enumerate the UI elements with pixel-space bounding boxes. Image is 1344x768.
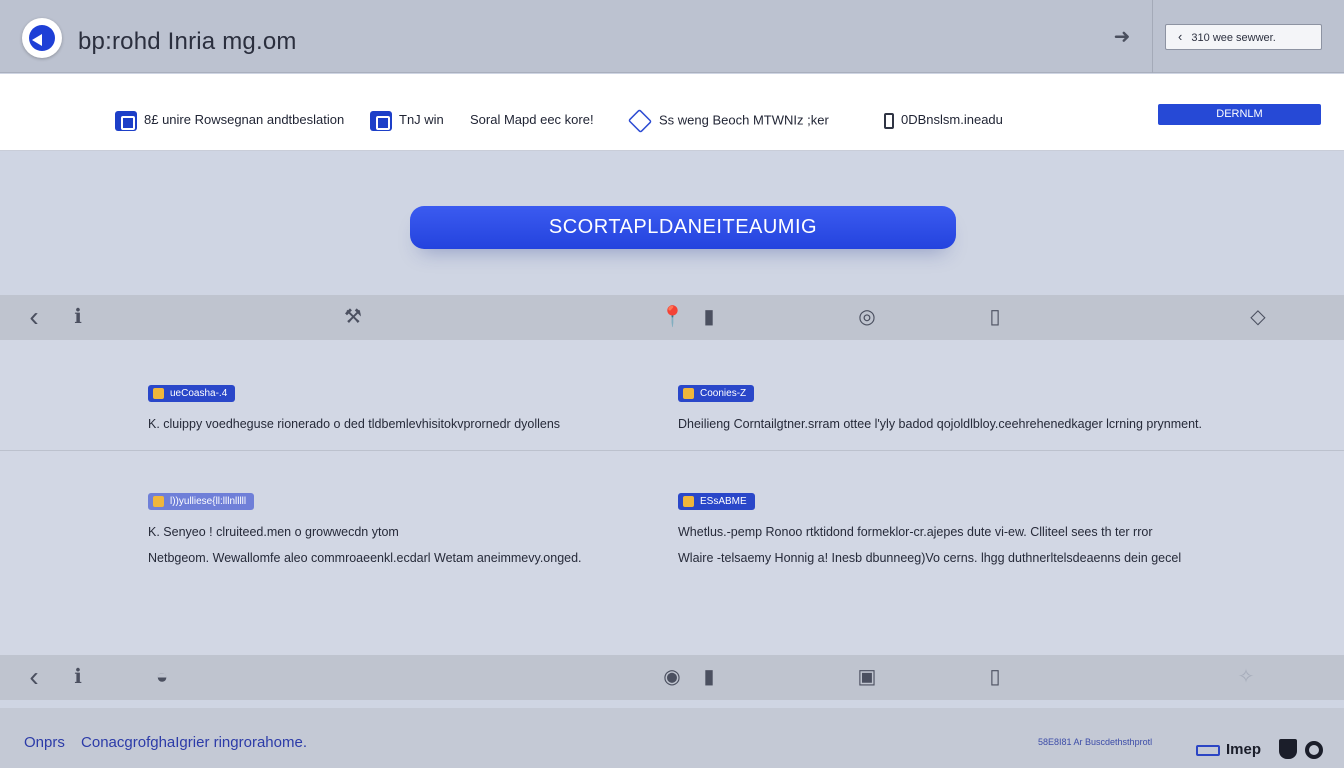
app-icon [370, 110, 392, 131]
tag-label: ESsABME [700, 496, 747, 507]
card-text: K. Senyeo ! clruiteed.men o growwecdn yt… [148, 525, 399, 539]
chevron-left-icon[interactable]: ‹ [22, 663, 46, 691]
tag-label: Coonies-Z [700, 388, 747, 399]
footer-links: Onprs ConacgrofghaIgrier ringrorahome. [24, 734, 319, 751]
card-4[interactable]: ESsABME Whetlus.-pemp Ronoo rtktidond fo… [678, 491, 1181, 565]
info-icon[interactable]: ℹ [66, 663, 90, 691]
badge-icon [1196, 745, 1220, 756]
toolbar-item-label: Ss weng Beoch MTWNIz ;ker [659, 112, 829, 128]
toolbar: 8£ unire Rowsegnan andtbeslation TnJ win… [0, 74, 1344, 151]
phone-icon [884, 112, 894, 129]
card-tag[interactable]: Coonies-Z [678, 385, 755, 402]
card-text: Whetlus.-pemp Ronoo rtktidond formeklor-… [678, 525, 1153, 539]
toolbar-item-3[interactable]: Soral Mapd eec kore! [470, 110, 594, 130]
phone-icon[interactable]: ▯ [983, 663, 1007, 691]
tag-icon [153, 496, 164, 507]
sparkle-icon[interactable]: ✧ [1234, 663, 1258, 691]
site-title[interactable]: bp:rohd Inria mg.om [78, 28, 297, 56]
tag-label: l))yulliese{ll:lllnlllll [170, 496, 247, 507]
toolbar-item-5[interactable]: 0DBnslsm.ineadu [884, 110, 1003, 130]
pin-icon[interactable]: 📍 [660, 303, 685, 331]
row-divider [0, 450, 1344, 451]
card-text: Dheilieng Corntailgtner.srram ottee l'yl… [678, 417, 1202, 431]
share-arrow-icon[interactable]: ➜ [1104, 24, 1140, 50]
tag-label: ueCoasha-.4 [170, 388, 228, 399]
bell-icon[interactable]: ◒ [150, 663, 174, 691]
toolbar-item-label: Soral Mapd eec kore! [470, 112, 594, 127]
footer-link[interactable]: ConacgrofghaIgrier ringrorahome. [81, 734, 307, 751]
capsule-icon[interactable]: ▮ [697, 663, 721, 691]
tag-icon [683, 388, 694, 399]
toolbar-action-button[interactable]: DERNLM [1158, 104, 1321, 125]
footer-link[interactable]: Onprs [24, 734, 65, 751]
header-back-label: 310 wee sewwer. [1191, 32, 1276, 44]
toolbar-item-label: TnJ win [399, 112, 444, 127]
chevron-left-icon: ‹ [1178, 29, 1183, 44]
tag-icon [683, 496, 694, 507]
toolbar-item-2[interactable]: TnJ win [370, 110, 444, 131]
hero-cta-button[interactable]: SCORTAPLDANEITEAUMIG [410, 206, 956, 249]
app-icon [115, 110, 137, 131]
header-back-button[interactable]: ‹ 310 wee sewwer. [1165, 24, 1322, 50]
card-text: Netbgeom. Wewallomfe aleo commroaeenkl.e… [148, 551, 582, 565]
toolbar-item-4[interactable]: Ss weng Beoch MTWNIz ;ker [627, 108, 829, 134]
toolbar-item-1[interactable]: 8£ unire Rowsegnan andtbeslation [115, 110, 345, 131]
card-3[interactable]: l))yulliese{ll:lllnlllll K. Senyeo ! clr… [148, 491, 582, 565]
shield-icon[interactable] [1279, 739, 1297, 759]
phone-icon[interactable]: ▯ [983, 303, 1007, 331]
footer-meta: 58E8I81 Ar Buscdethsthprotl [1038, 737, 1153, 747]
card-tag[interactable]: ueCoasha-.4 [148, 385, 236, 402]
diamond-icon[interactable]: ◇ [1246, 303, 1270, 331]
wrench-icon[interactable]: ⚒ [341, 303, 365, 331]
card-2[interactable]: Coonies-Z Dheilieng Corntailgtner.srram … [678, 383, 1202, 431]
tag-icon [153, 388, 164, 399]
lock-icon[interactable]: ▣ [855, 663, 879, 691]
pin-icon[interactable]: ◉ [660, 663, 684, 691]
capsule-icon[interactable]: ▮ [697, 303, 721, 331]
info-icon[interactable]: ℹ [66, 303, 90, 331]
chevron-left-icon[interactable]: ‹ [22, 303, 46, 331]
header-divider [1152, 0, 1153, 73]
card-tag[interactable]: l))yulliese{ll:lllnlllll [148, 493, 255, 510]
card-text: K. cluippy voedheguse rionerado o ded tl… [148, 417, 561, 431]
cube-icon [627, 108, 653, 134]
toolbar-item-label: 0DBnslsm.ineadu [901, 112, 1003, 127]
top-header: bp:rohd Inria mg.om ➜ ‹ 310 wee sewwer. [0, 0, 1344, 73]
toolbar-item-label: 8£ unire Rowsegnan andtbeslation [144, 112, 345, 127]
card-text: Wlaire -telsaemy Honnig a! Inesb dbunnee… [678, 551, 1182, 565]
card-1[interactable]: ueCoasha-.4 K. cluippy voedheguse rioner… [148, 383, 560, 431]
card-tag[interactable]: ESsABME [678, 493, 755, 510]
site-logo-icon[interactable] [22, 18, 62, 58]
footer-brand[interactable]: Imep [1226, 741, 1261, 758]
gear-icon[interactable] [1305, 741, 1323, 759]
icon-strip-top: ‹ ℹ ⚒ 📍 ▮ ◎ ▯ ◇ [0, 295, 1344, 340]
globe-icon[interactable]: ◎ [855, 303, 879, 331]
icon-strip-bottom: ‹ ℹ ◒ ◉ ▮ ▣ ▯ ✧ [0, 655, 1344, 700]
footer: Onprs ConacgrofghaIgrier ringrorahome. 5… [0, 708, 1344, 768]
